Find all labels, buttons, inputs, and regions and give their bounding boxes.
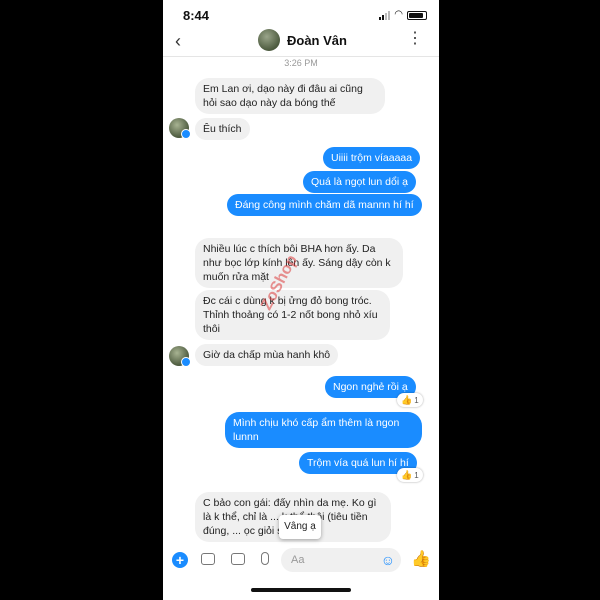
thumbs-up-icon: 👍 (401, 394, 413, 405)
quick-reply-popup[interactable]: Vâng ạ (279, 515, 321, 539)
messenger-screen: 8:44 ◠ ‹ Đoàn Vân ⋮ 3:26 PM Em Lan ơi, d… (163, 0, 439, 600)
messenger-badge-icon (181, 129, 191, 139)
reaction-count: 1 (414, 395, 419, 405)
status-icons: ◠ (379, 10, 427, 20)
status-bar: 8:44 ◠ (163, 0, 439, 26)
reaction-badge[interactable]: 👍 1 (397, 468, 423, 482)
message-timestamp: 3:26 PM (284, 58, 318, 68)
message-incoming[interactable]: Đc cái c dùng k bị ửng đỏ bong tróc. Thỉ… (195, 290, 390, 340)
message-outgoing[interactable]: Mình chịu khó cấp ẩm thêm là ngon lunnn (225, 412, 422, 448)
status-time: 8:44 (183, 8, 210, 23)
contact-name[interactable]: Đoàn Vân (287, 33, 347, 48)
chevron-left-icon[interactable]: ‹ (175, 32, 181, 50)
conversation-header: ‹ Đoàn Vân ⋮ (163, 26, 439, 57)
message-outgoing[interactable]: Đáng công mình chăm dã mannn hí hí (227, 194, 422, 216)
message-outgoing[interactable]: Quá là ngọt lun dổi ạ (303, 171, 416, 193)
reaction-badge[interactable]: 👍 1 (397, 393, 423, 407)
input-placeholder: Aa (291, 554, 305, 566)
camera-icon[interactable] (201, 553, 215, 565)
emoji-icon[interactable]: ☺ (381, 553, 395, 567)
signal-icon (379, 10, 391, 20)
battery-icon (407, 10, 427, 20)
messenger-badge-icon (181, 357, 191, 367)
message-outgoing[interactable]: Uiiii trộm víaaaaa (323, 147, 421, 169)
contact-avatar[interactable] (258, 29, 280, 51)
sender-avatar (169, 346, 191, 367)
more-vertical-icon[interactable]: ⋮ (407, 31, 423, 47)
sender-avatar (169, 118, 191, 139)
microphone-icon[interactable] (261, 552, 269, 565)
message-composer: + Aa ☺ 👍 (163, 545, 439, 575)
message-incoming[interactable]: Êu thích (195, 118, 250, 140)
thumbs-up-icon: 👍 (401, 469, 413, 480)
message-incoming[interactable]: Giờ da chấp mùa hanh khô (195, 344, 339, 366)
home-indicator (251, 588, 351, 592)
plus-icon[interactable]: + (172, 552, 188, 568)
message-incoming[interactable]: Em Lan ơi, dạo này đi đâu ai cũng hỏi sa… (195, 78, 385, 114)
thumbs-up-send-icon[interactable]: 👍 (411, 552, 431, 568)
wifi-icon: ◠ (394, 9, 403, 20)
message-input[interactable]: Aa ☺ (281, 548, 401, 572)
reaction-count: 1 (414, 470, 419, 480)
image-icon[interactable] (231, 553, 245, 565)
